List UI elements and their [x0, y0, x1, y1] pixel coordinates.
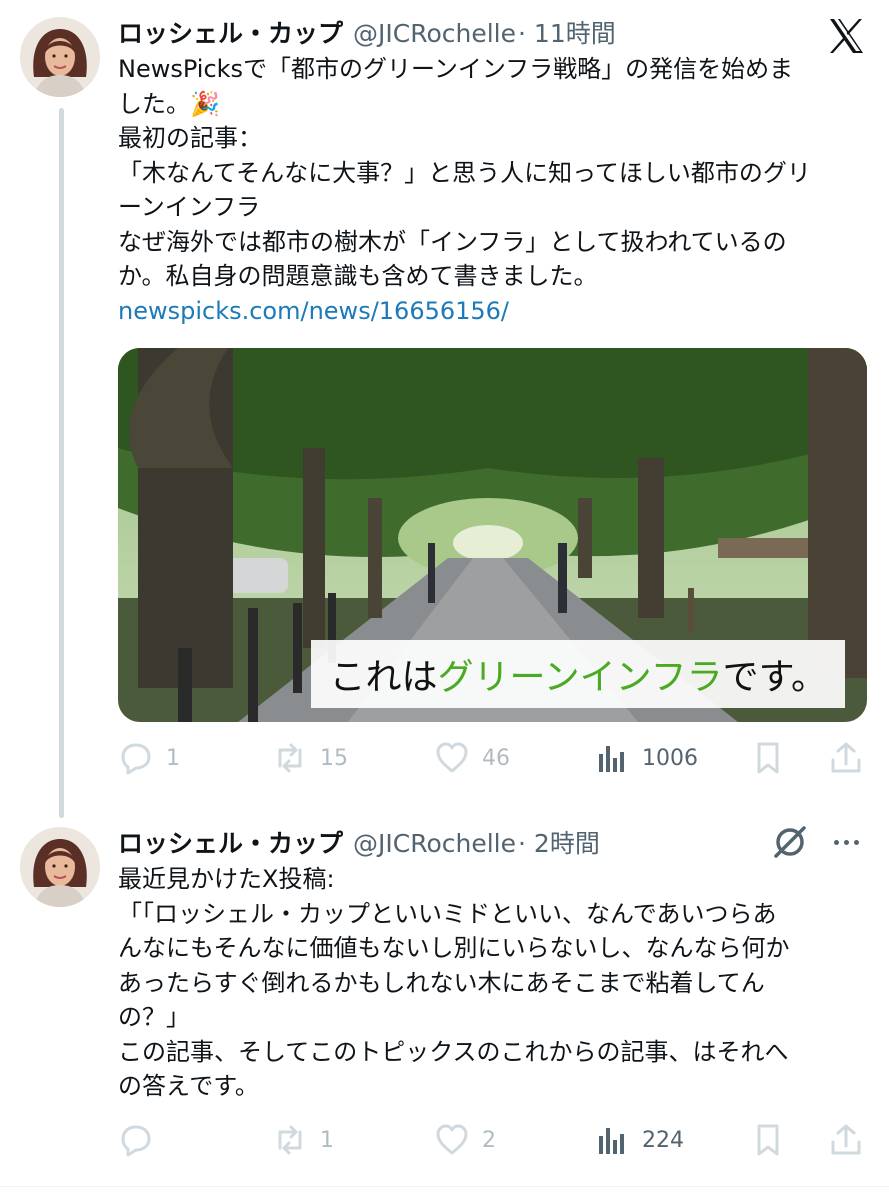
tweet-text: 最近見かけたX投稿: 「「ロッシェル・カップといいミドといい、なんであいつらあ … [118, 862, 863, 1104]
share-icon [831, 742, 861, 773]
like-icon [436, 1124, 468, 1155]
tweet-text-line: の答えです。 [118, 1072, 259, 1100]
tweet-text-line: んなにもそんなに価値もないし別にいらないし、なんなら何か [118, 934, 790, 962]
repost-button[interactable]: 1 [272, 1122, 334, 1158]
tweet-text-line: した。🎉 [118, 89, 220, 118]
share-button[interactable] [828, 1122, 864, 1162]
tweet-text-line: NewsPicksで「都市のグリーンインフラ戦略」の発信を始めま [118, 55, 794, 83]
reply-button[interactable]: 1 [118, 740, 180, 776]
slashed-circle-icon[interactable] [770, 822, 810, 862]
author-handle[interactable]: @JICRochelle [353, 19, 516, 48]
reply-icon [121, 743, 151, 775]
views-icon [599, 1128, 624, 1154]
tweet-text-line: の？」 [118, 1003, 190, 1031]
share-icon [831, 1124, 861, 1155]
reply-button[interactable] [118, 1122, 166, 1158]
views-button[interactable]: 1006 [594, 740, 698, 776]
tweet-image[interactable]: これは グリーンインフラ です。 [118, 348, 867, 722]
tweet-header: ロッシェル・カップ @JICRochelle · 11時間 [118, 14, 616, 50]
image-caption: これは グリーンインフラ です。 [311, 640, 845, 708]
more-dot [853, 839, 859, 845]
author-handle[interactable]: @JICRochelle [353, 829, 516, 858]
view-count: 224 [642, 1127, 684, 1153]
avatar[interactable] [20, 17, 100, 97]
tweet-header: ロッシェル・カップ @JICRochelle · 2時間 [118, 824, 600, 860]
article-link[interactable]: newspicks.com/news/16656156/ [118, 294, 863, 329]
tweet-text-line: 最近見かけたX投稿: [118, 865, 335, 893]
bookmark-icon [757, 742, 779, 774]
tweet-text-line: 最初の記事： [118, 124, 262, 152]
tweet-text-line: 「「ロッシェル・カップといいミドといい、なんであいつらあ [118, 899, 777, 928]
tweet-text-line: この記事、そしてこのトピックスのこれからの記事、はそれへ [118, 1037, 789, 1066]
like-button[interactable]: 2 [434, 1122, 496, 1158]
caption-highlight: グリーンインフラ [437, 657, 723, 698]
more-dot [833, 839, 839, 845]
repost-icon [278, 1125, 302, 1155]
views-button[interactable]: 224 [594, 1122, 684, 1158]
author-name[interactable]: ロッシェル・カップ [118, 824, 343, 860]
like-count: 46 [482, 745, 510, 771]
x-logo-icon [826, 16, 866, 56]
author-name[interactable]: ロッシェル・カップ [118, 14, 343, 50]
reply-count: 1 [166, 745, 180, 771]
share-button[interactable] [828, 740, 864, 780]
more-dot [843, 839, 849, 845]
like-button[interactable]: 46 [434, 740, 510, 776]
bookmark-button[interactable] [750, 740, 786, 780]
avatar-photo [20, 17, 100, 97]
bookmark-button[interactable] [750, 1122, 786, 1162]
caption-prefix: これは [329, 657, 438, 698]
repost-count: 1 [320, 1127, 334, 1153]
thread-connector-line [59, 108, 64, 818]
like-icon [436, 742, 468, 773]
tweet-text-line: あったらすぐ倒れるかもしれない木にあそこまで粘着してん [118, 968, 765, 997]
views-icon [599, 746, 624, 772]
bookmark-icon [757, 1124, 779, 1156]
tweet-text-line: なぜ海外では都市の樹木が「インフラ」として扱われているの [118, 227, 787, 256]
tweet-text-line: 「木なんてそんなに大事？」と思う人に知ってほしい都市のグリ [118, 158, 811, 187]
tweet-text: NewsPicksで「都市のグリーンインフラ戦略」の発信を始めま した。🎉 最初… [118, 52, 863, 328]
tweet-text-line: か。私自身の問題意識も含めて書きました。 [118, 262, 598, 290]
reply-icon [121, 1125, 151, 1157]
repost-icon [278, 743, 302, 773]
more-icon[interactable] [826, 822, 866, 862]
tweet-timestamp[interactable]: · 11時間 [518, 14, 616, 50]
like-count: 2 [482, 1127, 496, 1153]
avatar-photo [20, 827, 100, 907]
tweet-text-line: ーンインフラ [118, 193, 261, 221]
repost-button[interactable]: 15 [272, 740, 348, 776]
avatar[interactable] [20, 827, 100, 907]
view-count: 1006 [642, 745, 698, 771]
repost-count: 15 [320, 745, 348, 771]
caption-suffix: です。 [722, 657, 827, 698]
tweet-timestamp[interactable]: · 2時間 [518, 824, 600, 860]
divider [0, 1186, 889, 1187]
